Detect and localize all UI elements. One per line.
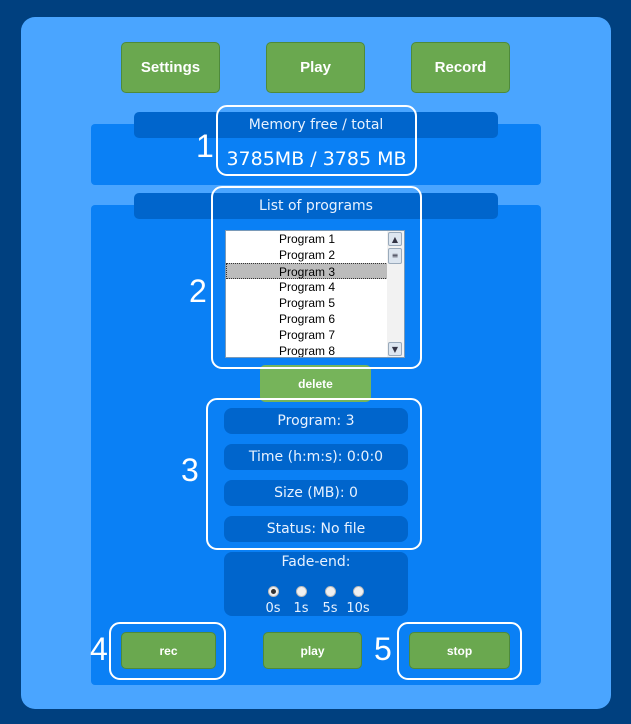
fade-option-label: 10s	[346, 601, 370, 616]
radio-selected[interactable]	[267, 586, 279, 597]
radio[interactable]	[295, 586, 307, 597]
play-tab-button[interactable]: Play	[266, 42, 365, 93]
fade-option-0s[interactable]: 0s	[258, 586, 288, 616]
annotation-number-5: 5	[374, 631, 392, 667]
annotation-box-1	[216, 105, 417, 176]
radio[interactable]	[324, 586, 336, 597]
settings-button[interactable]: Settings	[121, 42, 220, 93]
record-tab-button[interactable]: Record	[411, 42, 510, 93]
annotation-number-4: 4	[90, 631, 108, 667]
fade-option-label: 1s	[293, 601, 309, 616]
annotation-box-3	[206, 398, 422, 550]
annotation-box-2	[211, 186, 422, 369]
fade-option-label: 5s	[322, 601, 338, 616]
annotation-number-1: 1	[196, 128, 214, 164]
play-button[interactable]: play	[263, 632, 362, 669]
fade-end-label: Fade-end:	[281, 554, 351, 570]
fade-option-5s[interactable]: 5s	[315, 586, 345, 616]
radio[interactable]	[352, 586, 364, 597]
fade-option-10s[interactable]: 10s	[343, 586, 373, 616]
annotation-box-5	[397, 622, 522, 680]
delete-button[interactable]: delete	[260, 365, 371, 402]
annotation-number-2: 2	[189, 273, 207, 309]
annotation-box-4	[109, 622, 226, 680]
fade-option-label: 0s	[265, 601, 281, 616]
annotation-number-3: 3	[181, 452, 199, 488]
fade-option-1s[interactable]: 1s	[286, 586, 316, 616]
